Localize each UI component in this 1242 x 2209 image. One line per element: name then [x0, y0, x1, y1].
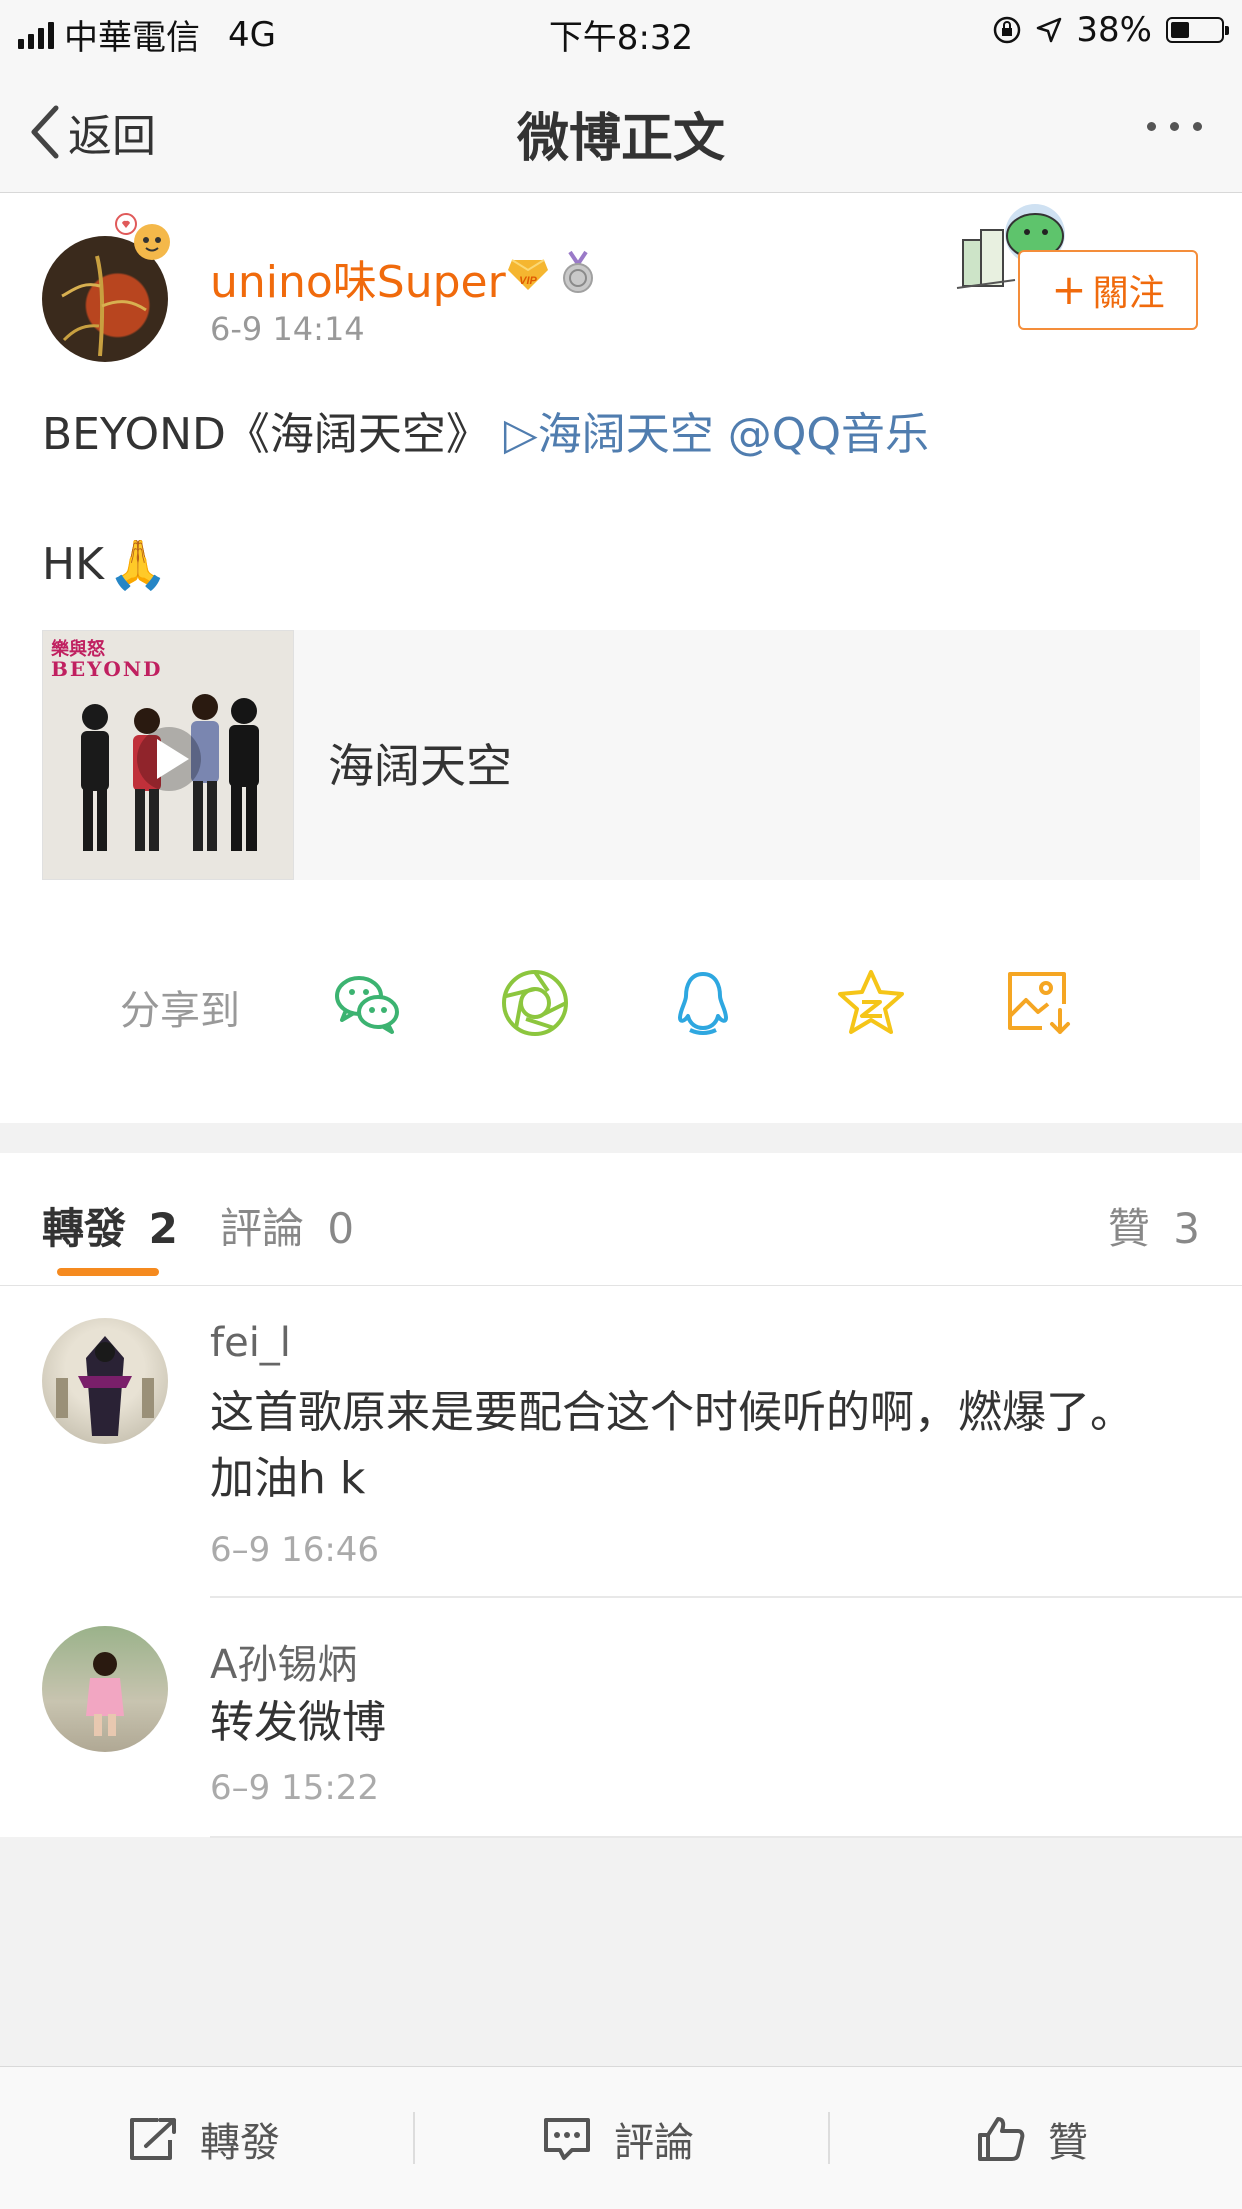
- post-text-hk: HK: [42, 539, 104, 590]
- divider: [210, 1596, 1242, 1598]
- moments-icon[interactable]: [498, 966, 572, 1040]
- avatar-pendant-icon: [115, 213, 170, 260]
- rotation-lock-icon: [994, 16, 1021, 44]
- comment-text-line: 加油h k: [210, 1453, 366, 1504]
- divider: [210, 1836, 1242, 1838]
- post-text: BEYOND《海阔天空》 ▷海阔天空 @QQ音乐: [42, 398, 929, 462]
- section-gap: [0, 1123, 1242, 1153]
- repost-list: [0, 1286, 1242, 1837]
- qq-icon[interactable]: [666, 966, 740, 1040]
- music-link[interactable]: ▷海阔天空 @QQ音乐: [504, 409, 929, 460]
- more-button[interactable]: [1147, 122, 1202, 131]
- battery-percent: 38%: [1076, 10, 1152, 50]
- follow-label: 關注: [1092, 273, 1165, 314]
- comment-author[interactable]: A孙锡炳: [210, 1632, 357, 1690]
- location-icon: [1037, 17, 1062, 43]
- tab-likes[interactable]: 贊 3: [1108, 1195, 1200, 1256]
- band-photo: [81, 694, 259, 851]
- comment-time: 6–9 15:22: [210, 1768, 380, 1808]
- like-label: 贊: [1048, 2120, 1088, 2166]
- pray-emoji-icon: 🙏: [107, 537, 168, 593]
- thumbs-up-icon: [978, 2117, 1025, 2161]
- avatar[interactable]: [42, 1626, 168, 1752]
- post-text-line2: HK 🙏: [42, 536, 168, 593]
- wechat-icon[interactable]: [330, 966, 404, 1040]
- comment-button[interactable]: 評論: [542, 2110, 694, 2168]
- music-title: 海阔天空: [328, 739, 512, 793]
- follow-button[interactable]: + 關注: [1018, 250, 1198, 330]
- comment-text: 转发微博: [210, 1697, 386, 1748]
- tab-likes-label: 贊: [1107, 1204, 1150, 1253]
- battery-icon: [1166, 17, 1229, 43]
- comment-time: 6–9 16:46: [210, 1530, 380, 1570]
- more-dot-icon: [1147, 122, 1156, 131]
- avatar-image: [56, 1336, 154, 1436]
- comment-text-line: 这首歌原来是要配合这个时候听的啊，燃爆了。: [210, 1387, 1134, 1438]
- post-time: 6-9 14:14: [210, 310, 365, 348]
- repost-label: 轉發: [200, 2120, 280, 2166]
- more-dot-icon: [1170, 122, 1179, 131]
- toolbar-separator: [828, 2112, 830, 2164]
- tab-comments-count: 0: [327, 1204, 355, 1253]
- medal-badge-icon: [563, 250, 593, 293]
- avatar[interactable]: [42, 1318, 168, 1444]
- more-dot-icon: [1193, 122, 1202, 131]
- status-right: 38%: [992, 10, 1229, 50]
- tab-likes-count: 3: [1173, 1204, 1200, 1253]
- comment-icon: [544, 2118, 590, 2160]
- save-image-icon[interactable]: [1002, 966, 1076, 1040]
- comment-author[interactable]: fei_l: [210, 1320, 291, 1366]
- repost-icon: [130, 2118, 176, 2160]
- qzone-icon[interactable]: [834, 966, 908, 1040]
- share-label: 分享到: [120, 988, 240, 1034]
- album-art[interactable]: 樂與怒 BEYOND: [42, 630, 294, 880]
- tab-reposts-count: 2: [148, 1204, 178, 1253]
- toolbar-separator: [413, 2112, 415, 2164]
- svg-text:VIP: VIP: [519, 275, 537, 287]
- tab-reposts[interactable]: 轉發 2: [42, 1195, 178, 1256]
- like-button[interactable]: 贊: [976, 2110, 1088, 2168]
- tab-reposts-label: 轉發: [42, 1204, 127, 1253]
- post-text-main: BEYOND《海阔天空》: [42, 409, 504, 460]
- comment-text: 这首歌原来是要配合这个时候听的啊，燃爆了。 加油h k: [210, 1380, 1210, 1512]
- active-tab-indicator: [57, 1268, 159, 1276]
- tab-comments[interactable]: 評論 0: [220, 1195, 354, 1256]
- page-title: 微博正文: [516, 109, 725, 169]
- tab-bar: [0, 1153, 1242, 1286]
- vip-badge-icon: VIP: [508, 259, 548, 290]
- tab-comments-label: 評論: [220, 1204, 305, 1253]
- comment-label: 評論: [614, 2120, 694, 2166]
- avatar-image: [86, 1652, 124, 1736]
- plus-icon: +: [1051, 265, 1087, 314]
- author-name[interactable]: unino味Super: [210, 246, 506, 310]
- repost-button[interactable]: 轉發: [128, 2110, 280, 2168]
